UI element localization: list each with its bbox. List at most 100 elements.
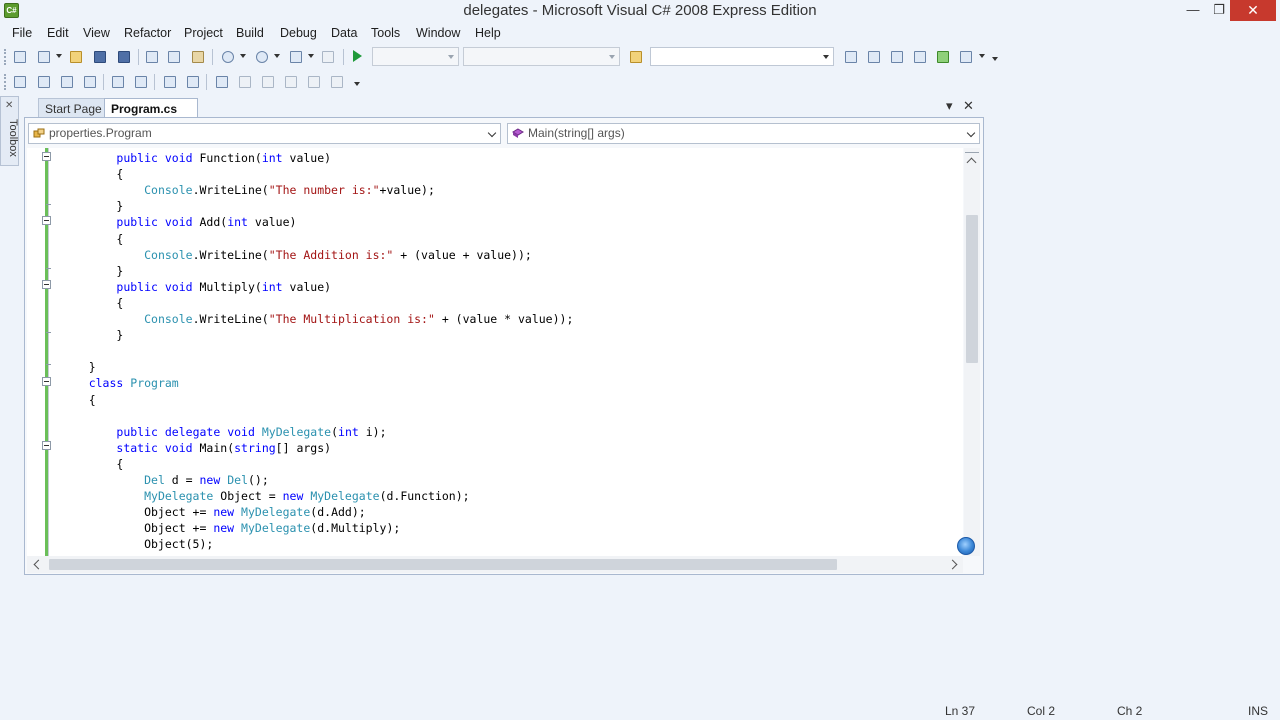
paste-icon[interactable]	[190, 49, 206, 65]
chevron-down-icon[interactable]	[56, 54, 62, 58]
find-in-files-icon[interactable]	[628, 49, 644, 65]
menu-window[interactable]: Window	[416, 26, 460, 40]
find-icon[interactable]	[843, 49, 859, 65]
quick-info-icon[interactable]	[59, 74, 75, 90]
redo-icon[interactable]	[254, 49, 270, 65]
new-project-icon[interactable]	[12, 49, 28, 65]
scroll-up-icon[interactable]	[966, 157, 977, 168]
menu-refactor[interactable]: Refactor	[124, 26, 171, 40]
code-line[interactable]: }	[61, 263, 123, 279]
start-page-icon[interactable]	[935, 49, 951, 65]
comment-lines-icon[interactable]	[162, 74, 178, 90]
code-text-area[interactable]: public void Function(int value) { Consol…	[27, 148, 963, 556]
horizontal-scrollbar[interactable]	[27, 556, 963, 573]
toolbar-grip[interactable]	[4, 74, 7, 90]
code-line[interactable]: {	[61, 392, 96, 408]
copy-icon[interactable]	[166, 49, 182, 65]
members-combo[interactable]: Main(string[] args)	[507, 123, 980, 144]
solution-explorer-icon[interactable]	[866, 49, 882, 65]
decrease-indent-icon[interactable]	[110, 74, 126, 90]
code-line[interactable]: public delegate void MyDelegate(int i);	[61, 424, 386, 440]
collapse-toggle[interactable]	[42, 377, 51, 386]
other-windows-icon[interactable]	[958, 49, 974, 65]
find-combo[interactable]	[650, 47, 834, 66]
close-window-button[interactable]: ✕	[1230, 0, 1276, 21]
previous-bookmark-icon[interactable]	[237, 74, 253, 90]
scroll-right-icon[interactable]	[947, 559, 958, 570]
clear-bookmarks-icon[interactable]	[329, 74, 345, 90]
save-all-icon[interactable]	[116, 49, 132, 65]
code-line[interactable]: Del d = new Del();	[61, 472, 269, 488]
code-line[interactable]: Object(5);	[61, 536, 213, 552]
solution-configuration-combo[interactable]	[372, 47, 459, 66]
code-line[interactable]: }	[61, 359, 96, 375]
menu-edit[interactable]: Edit	[47, 26, 69, 40]
toolbar-options-icon[interactable]	[354, 82, 360, 86]
menu-data[interactable]: Data	[331, 26, 357, 40]
splitter-handle[interactable]	[965, 149, 979, 153]
toolbox-side-tab[interactable]: ✕ Toolbox	[0, 96, 19, 166]
close-document-icon[interactable]: ✕	[963, 98, 974, 114]
collapse-toggle[interactable]	[42, 216, 51, 225]
code-line[interactable]: Object += new MyDelegate(d.Multiply);	[61, 520, 400, 536]
chevron-down-icon[interactable]	[274, 54, 280, 58]
horizontal-scroll-thumb[interactable]	[49, 559, 837, 570]
increase-indent-icon[interactable]	[133, 74, 149, 90]
next-bookmark-in-folder-icon[interactable]	[306, 74, 322, 90]
uncomment-lines-icon[interactable]	[185, 74, 201, 90]
code-line[interactable]: {	[61, 166, 123, 182]
code-line[interactable]: }	[61, 327, 123, 343]
scroll-left-icon[interactable]	[33, 559, 44, 570]
code-line[interactable]: }	[61, 198, 123, 214]
menu-build[interactable]: Build	[236, 26, 264, 40]
toolbox-icon[interactable]	[912, 49, 928, 65]
collapse-toggle[interactable]	[42, 280, 51, 289]
code-line[interactable]: Console.WriteLine("The Multiplication is…	[61, 311, 573, 327]
vertical-scroll-thumb[interactable]	[966, 215, 978, 363]
code-line[interactable]: {	[61, 295, 123, 311]
collapse-toggle[interactable]	[42, 441, 51, 450]
code-line[interactable]: Console.WriteLine("The Addition is:" + (…	[61, 247, 532, 263]
code-line[interactable]: {	[61, 231, 123, 247]
code-line[interactable]: MyDelegate Object = new MyDelegate(d.Fun…	[61, 488, 469, 504]
toggle-bookmark-icon[interactable]	[214, 74, 230, 90]
code-line[interactable]: public void Function(int value)	[61, 150, 331, 166]
object-browser-icon[interactable]	[12, 74, 28, 90]
start-debugging-icon[interactable]	[353, 50, 362, 62]
menu-debug[interactable]: Debug	[280, 26, 317, 40]
parameter-info-icon[interactable]	[36, 74, 52, 90]
vertical-scrollbar[interactable]	[964, 148, 980, 556]
save-icon[interactable]	[92, 49, 108, 65]
types-combo[interactable]: properties.Program	[28, 123, 501, 144]
code-line[interactable]: static void Main(string[] args)	[61, 440, 331, 456]
code-line[interactable]: {	[61, 456, 123, 472]
collapse-toggle[interactable]	[42, 152, 51, 161]
toolbar-options-icon[interactable]	[992, 57, 998, 61]
code-line[interactable]: public void Multiply(int value)	[61, 279, 331, 295]
add-item-icon[interactable]	[36, 49, 52, 65]
code-line[interactable]: Object += new MyDelegate(d.Add);	[61, 504, 366, 520]
menu-tools[interactable]: Tools	[371, 26, 400, 40]
previous-bookmark-in-folder-icon[interactable]	[283, 74, 299, 90]
complete-word-icon[interactable]	[82, 74, 98, 90]
menu-project[interactable]: Project	[184, 26, 223, 40]
solution-platform-combo[interactable]	[463, 47, 620, 66]
undo-icon[interactable]	[220, 49, 236, 65]
code-line[interactable]: class Program	[61, 375, 179, 391]
next-bookmark-icon[interactable]	[260, 74, 276, 90]
menu-help[interactable]: Help	[475, 26, 501, 40]
toolbar-grip[interactable]	[4, 49, 7, 65]
open-file-icon[interactable]	[68, 49, 84, 65]
menu-view[interactable]: View	[83, 26, 110, 40]
menu-file[interactable]: File	[12, 26, 32, 40]
navigate-backward-icon[interactable]	[288, 49, 304, 65]
properties-window-icon[interactable]	[889, 49, 905, 65]
navigate-forward-icon[interactable]	[320, 49, 336, 65]
code-line[interactable]: Console.WriteLine("The number is:"+value…	[61, 182, 435, 198]
chevron-down-icon[interactable]	[979, 54, 985, 58]
chevron-down-icon[interactable]	[240, 54, 246, 58]
pin-icon[interactable]: ✕	[5, 100, 13, 111]
code-line[interactable]: public void Add(int value)	[61, 214, 296, 230]
cut-icon[interactable]	[144, 49, 160, 65]
chevron-down-icon[interactable]	[308, 54, 314, 58]
